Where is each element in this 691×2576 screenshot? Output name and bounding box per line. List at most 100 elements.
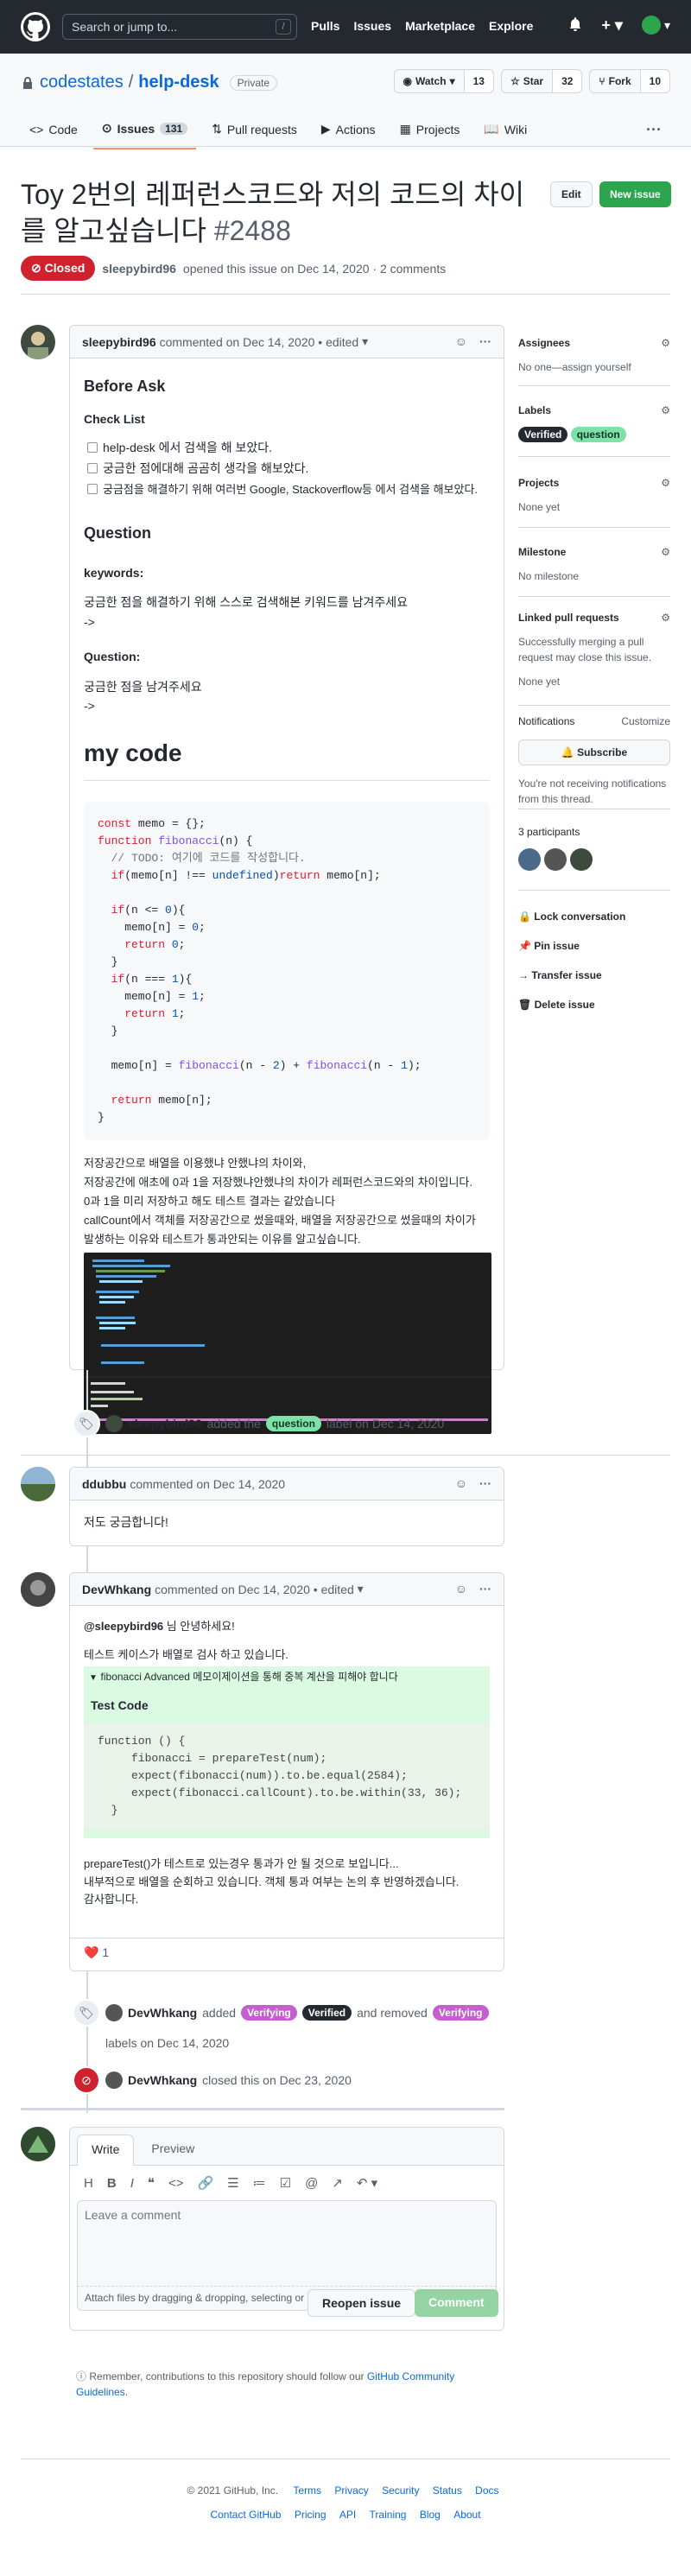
footer-status-link[interactable]: Status — [433, 2484, 462, 2497]
comment-author[interactable]: sleepybird96 — [82, 335, 156, 349]
delete-issue-link[interactable]: 🗑 Delete issue — [518, 990, 670, 1019]
tab-projects[interactable]: ▦ Projects — [391, 116, 469, 149]
footer-contact-link[interactable]: Contact GitHub — [210, 2509, 281, 2521]
footer-security-link[interactable]: Security — [382, 2484, 419, 2497]
label-question[interactable]: question — [570, 427, 626, 442]
nav-marketplace[interactable]: Marketplace — [405, 19, 475, 33]
avatar[interactable] — [105, 2004, 123, 2021]
footer-privacy-link[interactable]: Privacy — [334, 2484, 368, 2497]
event-actor[interactable]: DevWhkang — [128, 2002, 197, 2024]
nav-pulls[interactable]: Pulls — [311, 19, 339, 33]
issue-author-link[interactable]: sleepybird96 — [102, 262, 176, 276]
more-tabs-kebab-icon[interactable]: ··· — [646, 121, 662, 139]
create-new-plus-icon[interactable]: + ▾ — [601, 16, 623, 35]
fork-count[interactable]: 10 — [639, 70, 669, 92]
label-question[interactable]: question — [265, 1416, 321, 1431]
footer-pricing-link[interactable]: Pricing — [295, 2509, 326, 2521]
tab-pull-requests[interactable]: ⇅ Pull requests — [203, 116, 306, 149]
avatar[interactable] — [570, 848, 593, 871]
comment-submit-button[interactable]: Comment — [415, 2289, 498, 2317]
heart-reaction-button[interactable]: ❤️ 1 — [84, 1945, 109, 1959]
kebab-icon[interactable]: ··· — [479, 1476, 491, 1490]
tab-code[interactable]: <> Code — [21, 116, 86, 149]
gear-icon[interactable]: ⚙ — [661, 404, 670, 416]
comment-author[interactable]: DevWhkang — [82, 1583, 151, 1596]
footer-api-link[interactable]: API — [339, 2509, 356, 2521]
comment-textarea[interactable]: Leave a comment — [77, 2200, 497, 2287]
avatar[interactable] — [21, 1572, 55, 1607]
nav-issues[interactable]: Issues — [353, 19, 391, 33]
gear-icon[interactable]: ⚙ — [661, 337, 670, 349]
heading-icon[interactable]: H — [84, 2176, 93, 2191]
kebab-icon[interactable]: ··· — [479, 1582, 491, 1596]
avatar[interactable] — [21, 1467, 55, 1501]
numbered-list-icon[interactable]: ≔ — [253, 2175, 266, 2191]
gear-icon[interactable]: ⚙ — [661, 546, 670, 558]
smiley-icon[interactable]: ☺ — [455, 1476, 467, 1490]
italic-icon[interactable]: I — [130, 2176, 134, 2191]
task-list-icon[interactable]: ☑ — [280, 2175, 291, 2191]
search-input[interactable]: Search or jump to... / — [62, 14, 297, 40]
comment-author[interactable]: ddubbu — [82, 1477, 126, 1491]
avatar[interactable] — [544, 848, 567, 871]
edited-dropdown[interactable]: • edited — [314, 1583, 354, 1596]
assignees-value[interactable]: No one—assign yourself — [518, 361, 670, 373]
edited-dropdown[interactable]: • edited — [318, 335, 358, 349]
footer-docs-link[interactable]: Docs — [475, 2484, 498, 2497]
details-summary[interactable]: ▼ fibonacci Advanced 메모이제이션을 통해 중복 계산을 피… — [84, 1666, 490, 1688]
tab-wiki[interactable]: 📖 Wiki — [475, 116, 536, 149]
edit-title-button[interactable]: Edit — [550, 181, 593, 207]
label-verified[interactable]: Verified — [301, 2005, 352, 2021]
avatar[interactable] — [105, 1415, 123, 1432]
smiley-icon[interactable]: ☺ — [455, 1582, 467, 1596]
reply-icon[interactable]: ↶ ▾ — [357, 2175, 377, 2191]
avatar[interactable] — [518, 848, 541, 871]
reference-icon[interactable]: ↗ — [332, 2175, 343, 2191]
kebab-icon[interactable]: ··· — [479, 334, 491, 348]
avatar[interactable] — [21, 2127, 55, 2161]
avatar[interactable] — [105, 2072, 123, 2089]
subscribe-button[interactable]: 🔔 Subscribe — [518, 739, 670, 765]
smiley-icon[interactable]: ☺ — [455, 334, 467, 348]
reopen-issue-button[interactable]: Reopen issue — [307, 2289, 416, 2317]
tab-issues[interactable]: ⊙ Issues 131 — [92, 116, 197, 149]
label-verifying[interactable]: Verifying — [241, 2005, 297, 2021]
tab-write[interactable]: Write — [77, 2135, 135, 2166]
console-screenshot-image[interactable] — [84, 1253, 491, 1435]
gear-icon[interactable]: ⚙ — [661, 612, 670, 624]
link-icon[interactable]: 🔗 — [197, 2175, 213, 2191]
tab-preview[interactable]: Preview — [137, 2135, 208, 2165]
gear-icon[interactable]: ⚙ — [661, 477, 670, 489]
fork-button[interactable]: ⑂ Fork 10 — [589, 69, 670, 93]
repo-owner-link[interactable]: codestates — [40, 73, 124, 92]
transfer-issue-link[interactable]: → Transfer issue — [518, 961, 670, 990]
event-actor[interactable]: sleepybird96 — [128, 1417, 202, 1431]
tab-actions[interactable]: ▶ Actions — [313, 116, 384, 149]
user-avatar-menu[interactable]: ▾ — [641, 16, 670, 35]
pin-issue-link[interactable]: 📌 Pin issue — [518, 931, 670, 961]
bold-icon[interactable]: B — [107, 2176, 117, 2191]
customize-link[interactable]: Customize — [621, 715, 670, 727]
checkbox[interactable] — [87, 463, 98, 474]
quote-icon[interactable]: ❝ — [148, 2175, 155, 2191]
nav-explore[interactable]: Explore — [489, 19, 533, 33]
code-icon[interactable]: <> — [168, 2176, 184, 2191]
avatar[interactable] — [21, 325, 55, 359]
github-logo-icon[interactable] — [21, 12, 50, 41]
watch-count[interactable]: 13 — [463, 70, 493, 92]
footer-terms-link[interactable]: Terms — [293, 2484, 321, 2497]
label-verifying[interactable]: Verifying — [432, 2005, 489, 2021]
star-count[interactable]: 32 — [552, 70, 582, 92]
bulleted-list-icon[interactable]: ☰ — [227, 2175, 238, 2191]
watch-button[interactable]: ◉ Watch ▾ 13 — [393, 69, 494, 93]
star-button[interactable]: ☆ Star 32 — [500, 69, 583, 93]
label-verified[interactable]: Verified — [518, 427, 568, 442]
user-mention[interactable]: @sleepybird96 — [84, 1620, 163, 1633]
footer-about-link[interactable]: About — [453, 2509, 480, 2521]
event-actor[interactable]: DevWhkang — [128, 2073, 197, 2087]
new-issue-button[interactable]: New issue — [599, 181, 671, 207]
checkbox[interactable] — [87, 442, 98, 454]
mention-icon[interactable]: @ — [305, 2176, 318, 2191]
checkbox[interactable] — [87, 484, 98, 495]
lock-conversation-link[interactable]: 🔒 Lock conversation — [518, 902, 670, 931]
